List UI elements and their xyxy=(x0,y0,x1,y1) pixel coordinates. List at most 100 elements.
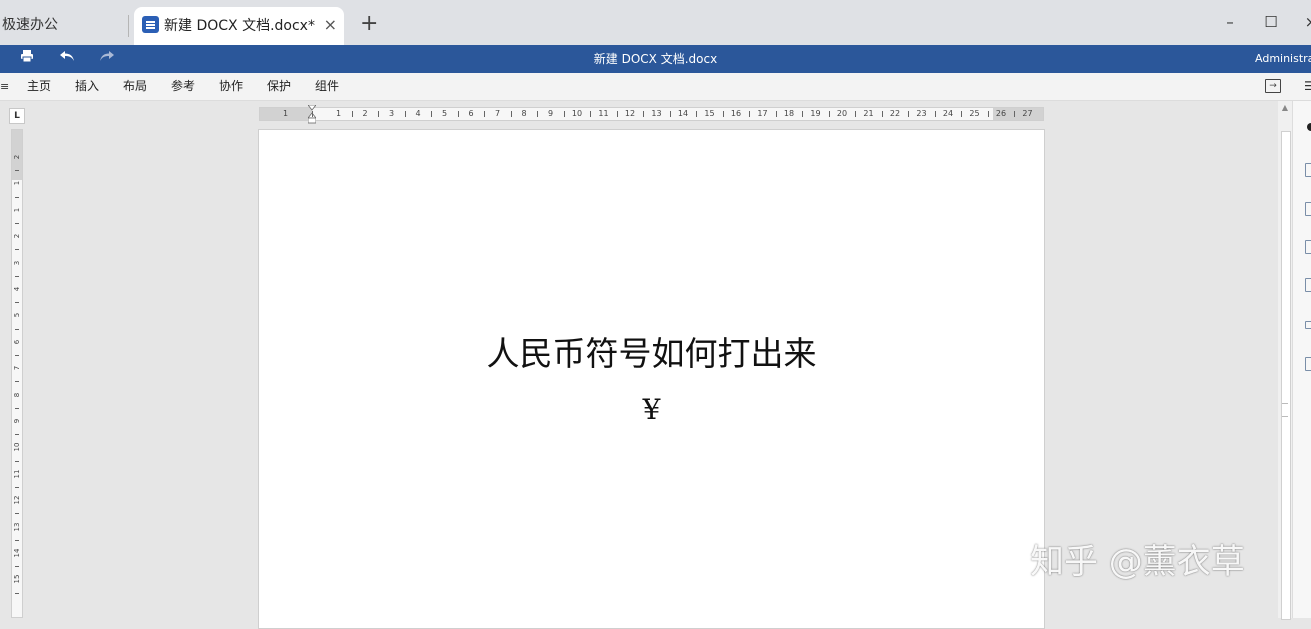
user-name[interactable]: Administrat xyxy=(1255,45,1311,73)
ruler-tick xyxy=(15,566,19,568)
ruler-tick xyxy=(590,111,592,117)
more-menu-icon[interactable]: ☰ xyxy=(1304,73,1311,100)
ruler-tick xyxy=(15,196,19,198)
ruler-tick xyxy=(15,592,19,594)
ruler-number: 19 xyxy=(810,109,821,118)
ruler-number: 13 xyxy=(13,522,21,532)
minimize-button[interactable]: – xyxy=(1218,10,1242,34)
vertical-ruler[interactable]: 2 1 1 2 3 4 5 6 7 8 9 10 11 12 13 14 15 xyxy=(11,129,23,618)
ruler-tick xyxy=(722,111,724,117)
close-window-button[interactable]: × xyxy=(1299,10,1311,34)
maximize-button[interactable]: ☐ xyxy=(1259,10,1283,34)
ruler-number: 12 xyxy=(624,109,636,118)
ruler-number: 27 xyxy=(1022,109,1033,118)
ruler-number: 15 xyxy=(13,574,21,584)
ruler-number: 15 xyxy=(704,109,715,118)
settings-dot-icon[interactable] xyxy=(1307,123,1311,131)
vertical-scrollbar[interactable]: ▲ xyxy=(1278,101,1292,620)
shape-settings-icon[interactable] xyxy=(1305,278,1311,292)
scroll-thumb[interactable] xyxy=(1281,131,1291,620)
ruler-number: 4 xyxy=(415,109,421,118)
tab-close-icon[interactable]: × xyxy=(324,7,337,43)
ruler-number: 8 xyxy=(521,109,527,118)
ruler-number: 16 xyxy=(730,109,742,118)
ruler-tick xyxy=(828,111,830,117)
chart-settings-icon[interactable] xyxy=(1305,321,1311,329)
ruler-number: 9 xyxy=(13,418,21,424)
right-side-panel xyxy=(1292,101,1311,618)
menu-components[interactable]: 组件 xyxy=(315,73,339,100)
ruler-number: 11 xyxy=(598,109,609,118)
tab-stop-selector[interactable]: L xyxy=(9,108,25,124)
scroll-up-icon[interactable]: ▲ xyxy=(1280,103,1290,113)
menu-insert[interactable]: 插入 xyxy=(75,73,99,100)
ruler-number: 5 xyxy=(441,109,448,118)
ruler-tick xyxy=(802,111,804,117)
ruler-number: 13 xyxy=(651,109,662,118)
ruler-number: 18 xyxy=(783,109,795,118)
title-bar: 新建 DOCX 文档.docx Administrat xyxy=(0,45,1311,73)
menu-protect[interactable]: 保护 xyxy=(267,73,291,100)
ruler-number: 2 xyxy=(362,109,368,118)
yen-symbol[interactable]: ¥ xyxy=(259,392,1044,428)
ruler-tick xyxy=(987,111,989,117)
tab-title: 新建 DOCX 文档.docx* xyxy=(164,18,315,34)
ruler-tick xyxy=(669,111,671,117)
document-title: 新建 DOCX 文档.docx xyxy=(593,52,718,66)
ruler-tick xyxy=(15,275,19,277)
text-art-settings-icon[interactable] xyxy=(1305,357,1311,371)
editor-workspace: L 1 1 2 3 4 5 6 7 8 9 10 11 12 13 14 15 16 17 18 19 20 21 22 23… xyxy=(0,101,1311,629)
image-settings-icon[interactable] xyxy=(1305,202,1311,216)
document-icon xyxy=(142,16,159,33)
ruler-number: 10 xyxy=(571,109,583,118)
ruler-tick xyxy=(378,111,380,117)
ruler-number: 14 xyxy=(13,548,21,558)
horizontal-ruler[interactable]: 1 1 2 3 4 5 6 7 8 9 10 11 12 13 14 15 16 17 18 19 20 21 22 23 24… xyxy=(259,105,1044,124)
ruler-number: 10 xyxy=(13,442,21,452)
redo-icon[interactable] xyxy=(97,49,117,69)
ruler-tick xyxy=(643,111,645,117)
ruler-number: 23 xyxy=(916,109,927,118)
ruler-tick xyxy=(855,111,857,117)
ruler-tick xyxy=(15,223,19,224)
menu-references[interactable]: 参考 xyxy=(171,73,195,100)
print-icon[interactable] xyxy=(17,49,37,69)
menu-toggle-icon[interactable]: ≡ xyxy=(0,73,9,100)
watermark-text: 知乎 @薰衣草 xyxy=(1030,542,1245,582)
document-page[interactable]: 人民币符号如何打出来 ¥ xyxy=(258,129,1045,629)
paragraph-settings-icon[interactable] xyxy=(1305,163,1311,177)
menu-collaborate[interactable]: 协作 xyxy=(219,73,243,100)
ruler-number: 24 xyxy=(942,109,954,118)
ruler-tick xyxy=(312,111,313,117)
ruler-tick xyxy=(1014,111,1016,117)
tab-divider xyxy=(128,15,129,37)
document-heading[interactable]: 人民币符号如何打出来 xyxy=(259,332,1044,376)
ruler-tick xyxy=(15,539,19,541)
ruler-number: 21 xyxy=(863,109,874,118)
menu-layout[interactable]: 布局 xyxy=(123,73,147,100)
ruler-number: 4 xyxy=(13,286,21,292)
ruler-number: 22 xyxy=(889,109,901,118)
ruler-number: 25 xyxy=(969,109,980,118)
table-settings-icon[interactable] xyxy=(1305,240,1311,254)
ruler-number: 7 xyxy=(494,109,501,118)
ruler-tick xyxy=(15,170,19,172)
tab-app-home[interactable]: 极速办公 xyxy=(0,0,58,45)
ruler-tick xyxy=(563,111,565,117)
ruler-tick xyxy=(15,407,19,409)
ruler-tick xyxy=(749,111,751,117)
ruler-number: 2 xyxy=(13,154,21,160)
tab-document[interactable]: 新建 DOCX 文档.docx* × xyxy=(134,7,344,45)
ruler-number: 6 xyxy=(13,339,21,345)
ruler-tick xyxy=(775,111,777,117)
ruler-number: 14 xyxy=(677,109,689,118)
ruler-tick xyxy=(537,111,539,117)
ruler-tick xyxy=(696,111,698,117)
new-tab-button[interactable]: + xyxy=(360,13,378,35)
ruler-number: 3 xyxy=(388,109,395,118)
ruler-number: 11 xyxy=(13,469,21,479)
undo-icon[interactable] xyxy=(57,49,77,69)
ruler-number: 6 xyxy=(468,109,474,118)
menu-home[interactable]: 主页 xyxy=(27,73,51,100)
open-location-icon[interactable]: → xyxy=(1265,79,1281,93)
